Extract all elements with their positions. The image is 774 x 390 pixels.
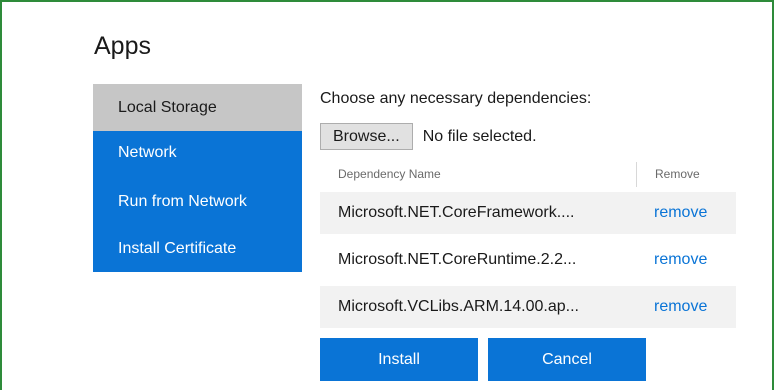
action-bar: Install Cancel (320, 338, 646, 381)
dependencies-table: Dependency Name Remove Microsoft.NET.Cor… (320, 162, 736, 328)
file-picker: Browse... No file selected. (320, 123, 537, 150)
table-row: Microsoft.NET.CoreFramework.... remove (320, 192, 736, 234)
apps-sidebar: Local Storage Network Run from Network I… (93, 84, 302, 272)
table-row: Microsoft.NET.CoreRuntime.2.2... remove (320, 239, 736, 281)
app-frame: Apps Local Storage Network Run from Netw… (0, 0, 774, 390)
dependency-name: Microsoft.VCLibs.ARM.14.00.ap... (338, 298, 579, 315)
cancel-button[interactable]: Cancel (488, 338, 646, 381)
column-header-remove: Remove (636, 162, 736, 187)
browse-button[interactable]: Browse... (320, 123, 413, 150)
remove-link[interactable]: remove (636, 298, 736, 316)
dependencies-prompt: Choose any necessary dependencies: (320, 90, 592, 107)
dependency-name: Microsoft.NET.CoreRuntime.2.2... (338, 251, 577, 268)
table-header: Dependency Name Remove (320, 162, 736, 187)
remove-link[interactable]: remove (636, 204, 736, 222)
sidebar-item-network[interactable]: Network (93, 131, 302, 178)
file-status: No file selected. (422, 127, 537, 145)
sidebar-item-install-certificate[interactable]: Install Certificate (93, 225, 302, 272)
remove-link[interactable]: remove (636, 251, 736, 269)
table-row: Microsoft.VCLibs.ARM.14.00.ap... remove (320, 286, 736, 328)
column-header-dependency-name: Dependency Name (338, 167, 441, 181)
sidebar-item-local-storage[interactable]: Local Storage (93, 84, 302, 131)
install-button[interactable]: Install (320, 338, 478, 381)
sidebar-item-run-from-network[interactable]: Run from Network (93, 178, 302, 225)
page-title: Apps (94, 32, 151, 60)
dependency-name: Microsoft.NET.CoreFramework.... (338, 204, 575, 221)
